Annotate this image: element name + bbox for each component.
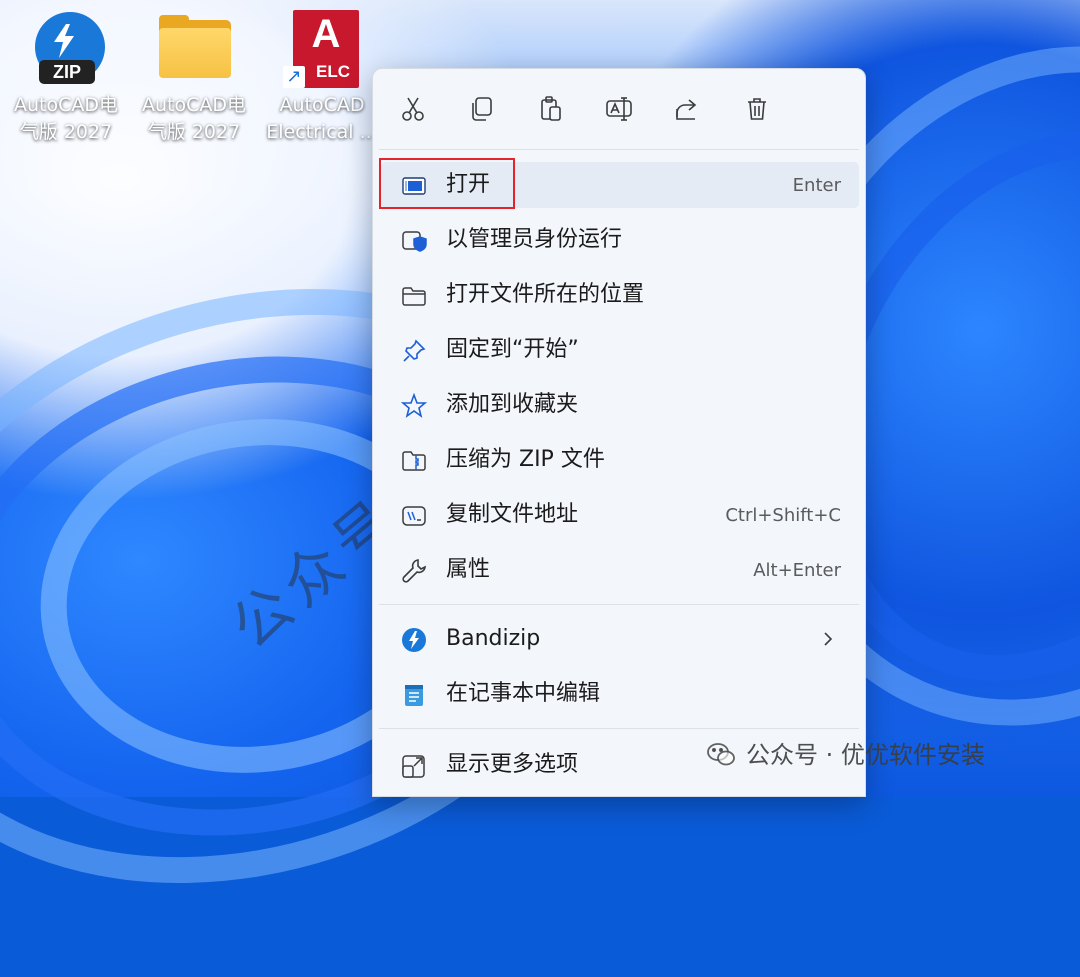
menu-item-label: 显示更多选项 — [446, 752, 579, 777]
autocad-letter: A — [311, 12, 341, 56]
menu-item-label: 打开文件所在的位置 — [446, 282, 645, 307]
menu-separator — [379, 604, 859, 605]
folder-icon — [155, 10, 233, 88]
autocad-electrical-icon: A ELC ↗ — [283, 10, 361, 88]
wechat-footer-text: 公众号 · 优优软件安装 — [746, 741, 985, 769]
share-icon — [676, 99, 697, 120]
menu-item-label: 以管理员身份运行 — [446, 227, 623, 252]
menu-item-shortcut: Enter — [792, 175, 841, 196]
copy-icon — [472, 97, 492, 121]
pin-icon — [401, 338, 427, 364]
lightning-icon — [54, 24, 74, 58]
wechat-footer-watermark: 公众号 · 优优软件安装 — [706, 738, 1066, 772]
paste-button[interactable] — [533, 91, 569, 127]
highlight-annotation-box — [379, 158, 515, 209]
menu-item-label: 压缩为 ZIP 文件 — [446, 447, 605, 472]
menu-item-edit-in-notepad[interactable]: 在记事本中编辑 — [381, 671, 859, 717]
cut-icon — [402, 97, 424, 121]
menu-item-bandizip[interactable]: Bandizip — [381, 616, 859, 662]
menu-item-properties[interactable]: 属性 Alt+Enter — [381, 547, 859, 593]
menu-item-shortcut: Alt+Enter — [753, 560, 841, 581]
shortcut-arrow-icon: ↗ — [283, 66, 305, 88]
menu-item-label: Bandizip — [446, 626, 541, 651]
notepad-icon — [401, 682, 427, 708]
desktop-icon-label: AutoCAD Electrical ... — [266, 94, 378, 143]
desktop-icon-label: AutoCAD电 气版 2027 — [141, 94, 246, 143]
paste-icon — [541, 96, 561, 121]
star-icon — [400, 392, 428, 419]
desktop-icon-folder[interactable]: AutoCAD电 气版 2027 — [138, 10, 250, 146]
bandizip-zip-icon: ZIP — [27, 10, 105, 88]
zip-folder-icon — [401, 448, 427, 474]
desktop-icon-zip[interactable]: ZIP AutoCAD电 气版 2027 — [10, 10, 122, 146]
more-options-icon — [401, 753, 427, 779]
elc-badge: ELC — [316, 62, 350, 81]
delete-button[interactable] — [739, 91, 775, 127]
zip-badge: ZIP — [39, 60, 95, 84]
menu-item-copy-path[interactable]: 复制文件地址 Ctrl+Shift+C — [381, 492, 859, 538]
menu-item-open-file-location[interactable]: 打开文件所在的位置 — [381, 272, 859, 318]
chevron-right-icon — [819, 626, 837, 652]
menu-separator — [379, 149, 859, 150]
menu-item-add-to-favorites[interactable]: 添加到收藏夹 — [381, 382, 859, 428]
rename-button[interactable] — [601, 91, 637, 127]
delete-icon — [748, 98, 766, 120]
menu-item-pin-to-start[interactable]: 固定到“开始” — [381, 327, 859, 373]
menu-item-label: 属性 — [446, 557, 491, 582]
menu-item-label: 添加到收藏夹 — [446, 392, 579, 417]
folder-icon — [401, 283, 427, 309]
shield-icon — [401, 228, 427, 254]
copy-path-icon — [401, 503, 427, 529]
share-button[interactable] — [669, 91, 705, 127]
menu-separator — [379, 728, 859, 729]
menu-item-compress-zip[interactable]: 压缩为 ZIP 文件 — [381, 437, 859, 483]
menu-item-run-as-admin[interactable]: 以管理员身份运行 — [381, 217, 859, 263]
bandizip-icon — [401, 627, 427, 653]
menu-item-label: 固定到“开始” — [446, 337, 579, 362]
desktop-icon-autocad-electrical[interactable]: A ELC ↗ AutoCAD Electrical ... — [266, 10, 378, 146]
copy-button[interactable] — [463, 91, 499, 127]
cut-button[interactable] — [395, 91, 431, 127]
context-menu-toolbar — [373, 69, 865, 149]
menu-item-shortcut: Ctrl+Shift+C — [725, 505, 841, 526]
wrench-icon — [401, 558, 427, 584]
rename-icon — [606, 97, 632, 121]
menu-item-label: 在记事本中编辑 — [446, 681, 601, 706]
menu-item-label: 复制文件地址 — [446, 502, 579, 527]
desktop-icon-label: AutoCAD电 气版 2027 — [13, 94, 118, 143]
wechat-icon — [707, 743, 735, 766]
